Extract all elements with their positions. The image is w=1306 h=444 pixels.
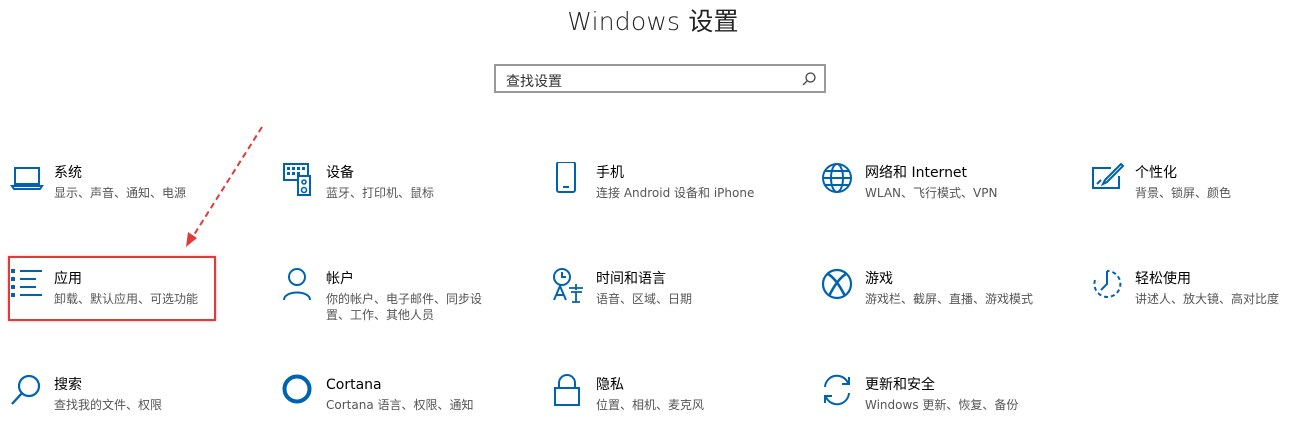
annotation-arrow-icon [186, 126, 263, 247]
tile-cortana[interactable]: Cortana Cortana 语言、权限、通知 [282, 374, 474, 414]
tile-personalization[interactable]: 个性化 背景、锁屏、颜色 [1091, 162, 1231, 202]
tile-label: 游戏 [865, 271, 893, 287]
highlight-box [8, 256, 216, 321]
tile-phone[interactable]: 手机 连接 Android 设备和 iPhone [552, 162, 754, 202]
lock-icon [554, 374, 580, 406]
tile-ease-of-access[interactable]: 轻松使用 讲述人、放大镜、高对比度 [1091, 268, 1279, 308]
tile-accounts[interactable]: 帐户 你的帐户、电子邮件、同步设 置、工作、其他人员 [282, 268, 482, 323]
tile-search[interactable]: 搜索 查找我的文件、权限 [10, 374, 162, 414]
search-input[interactable]: 查找设置 [506, 71, 562, 91]
tile-description: Cortana 语言、权限、通知 [326, 398, 474, 412]
tile-gaming[interactable]: 游戏 游戏栏、截屏、直播、游戏模式 [821, 268, 1033, 308]
tile-system[interactable]: 系统 显示、声音、通知、电源 [10, 162, 186, 202]
search-box[interactable]: 查找设置 [494, 64, 826, 93]
tile-label: 隐私 [596, 377, 624, 393]
person-icon [283, 268, 311, 301]
tile-description: 蓝牙、打印机、鼠标 [326, 186, 435, 200]
laptop-icon [10, 167, 44, 190]
tile-label: 网络和 Internet [865, 165, 968, 181]
tile-description: 显示、声音、通知、电源 [54, 186, 187, 200]
search-icon[interactable] [801, 71, 817, 87]
tile-description: Windows 更新、恢复、备份 [865, 398, 1019, 412]
tile-description: 查找我的文件、权限 [54, 398, 163, 412]
xbox-icon [821, 268, 853, 300]
paint-brush-icon [1092, 162, 1125, 189]
tile-label: Cortana [326, 377, 382, 393]
tile-privacy[interactable]: 隐私 位置、相机、麦克风 [552, 374, 704, 414]
tile-devices[interactable]: 设备 蓝牙、打印机、鼠标 [282, 162, 434, 202]
tile-network[interactable]: 网络和 Internet WLAN、飞行模式、VPN [821, 162, 997, 202]
tile-label: 搜索 [54, 377, 82, 393]
refresh-arrows-icon [824, 374, 850, 406]
tile-update-security[interactable]: 更新和安全 Windows 更新、恢复、备份 [821, 374, 1018, 414]
tile-label: 时间和语言 [596, 271, 666, 287]
tile-description: 位置、相机、麦克风 [596, 398, 705, 412]
phone-icon [556, 162, 576, 193]
window-title: Windows 设置 [567, 7, 739, 36]
ease-of-access-icon [1093, 269, 1122, 298]
tile-description: 背景、锁屏、颜色 [1135, 186, 1232, 200]
tile-description: 连接 Android 设备和 iPhone [596, 186, 755, 200]
tile-label: 手机 [596, 165, 624, 181]
magnifier-icon [11, 374, 41, 405]
tile-description: 游戏栏、截屏、直播、游戏模式 [865, 292, 1034, 306]
tile-label: 设备 [326, 165, 354, 181]
tile-label: 系统 [54, 165, 82, 181]
tile-label: 轻松使用 [1135, 271, 1191, 287]
tile-label: 个性化 [1135, 165, 1177, 181]
tile-description: 讲述人、放大镜、高对比度 [1135, 292, 1280, 306]
globe-icon [822, 163, 852, 193]
tile-label: 更新和安全 [865, 377, 935, 393]
tile-label: 帐户 [326, 271, 354, 287]
cortana-circle-icon [282, 374, 312, 404]
tile-description: WLAN、飞行模式、VPN [865, 186, 998, 200]
tile-time-language[interactable]: 时间和语言 语音、区域、日期 [552, 268, 692, 308]
tile-description: 你的帐户、电子邮件、同步设 置、工作、其他人员 [326, 292, 483, 322]
time-language-icon [553, 268, 583, 303]
keyboard-speaker-icon [283, 163, 311, 196]
tile-description: 语音、区域、日期 [596, 292, 693, 306]
